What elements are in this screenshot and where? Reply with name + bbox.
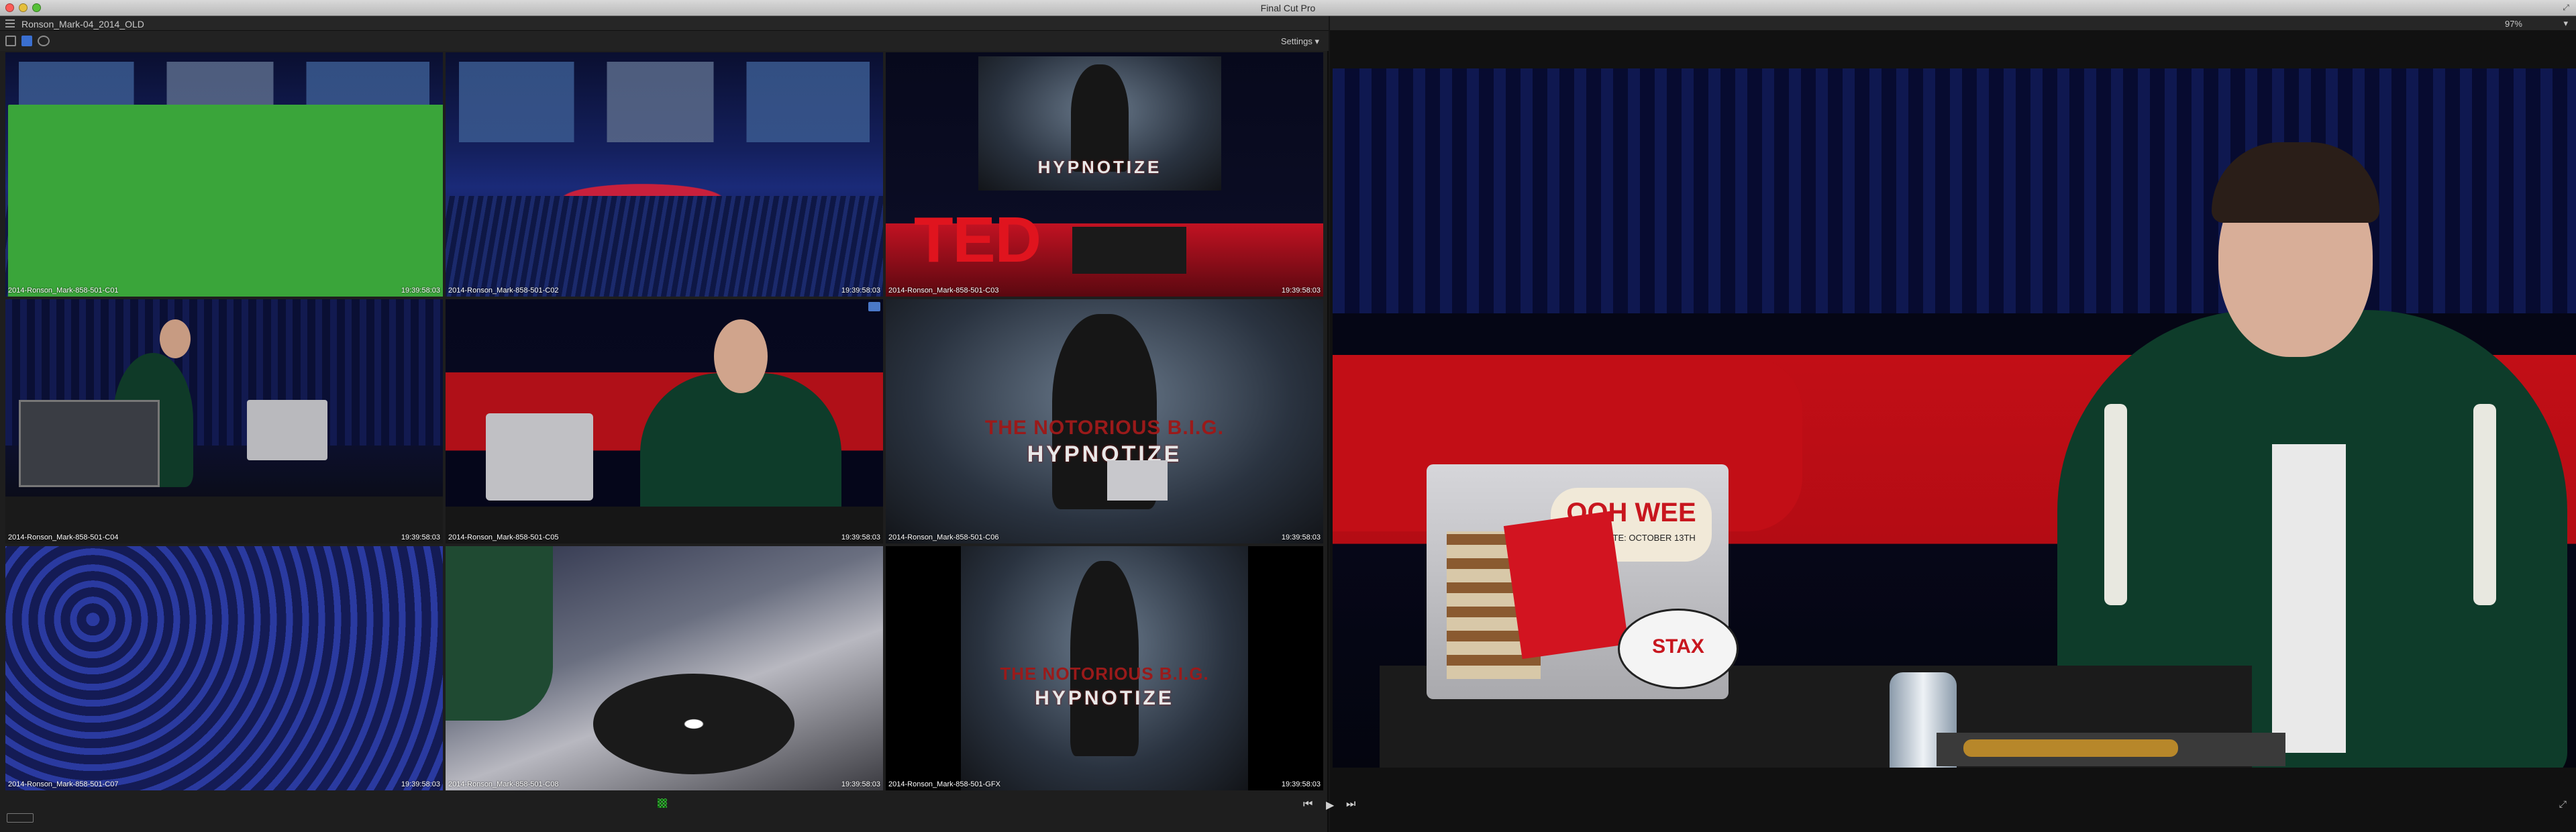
- angle-label: 2014-Ronson_Mark-858-501-C06: [888, 533, 999, 541]
- active-audio-badge-icon: [868, 302, 880, 311]
- angle-frame: [5, 299, 443, 543]
- active-video-badge-icon: [8, 105, 443, 297]
- previous-edit-icon[interactable]: ⏮: [1303, 798, 1312, 811]
- album-title: HYPNOTIZE: [1035, 687, 1174, 709]
- zoom-level[interactable]: 97%: [2505, 19, 2522, 29]
- angle-cell-c01[interactable]: TED 2014-Ronson_Mark-858-501-C01 19:39:5…: [5, 52, 443, 297]
- angle-frame: [446, 546, 883, 790]
- angle-frame: THE NOTORIOUS B.I.G. HYPNOTIZE: [886, 299, 1323, 543]
- angle-label: 2014-Ronson_Mark-858-501-C04: [8, 533, 119, 541]
- angle-label: 2014-Ronson_Mark-858-501-GFX: [888, 780, 1000, 788]
- angle-cell-c03[interactable]: HYPNOTIZE TED 2014-Ronson_Mark-858-501-C…: [886, 52, 1323, 297]
- album-artist: THE NOTORIOUS B.I.G.: [984, 417, 1225, 439]
- angle-label: 2014-Ronson_Mark-858-501-C03: [888, 287, 999, 295]
- angle-frame: THE NOTORIOUS B.I.G. HYPNOTIZE: [886, 546, 1323, 790]
- jacket-stripe: [2104, 404, 2127, 605]
- album-figure: [1070, 560, 1139, 757]
- angle-frame: [446, 299, 883, 543]
- angle-viewer-toolbar: Settings ▾: [0, 31, 1329, 51]
- list-menu-icon[interactable]: [5, 19, 15, 28]
- video-audio-switch-icon[interactable]: [5, 36, 16, 46]
- monitor: [19, 400, 160, 487]
- poster: [1503, 511, 1629, 660]
- jacket-stripe: [2473, 404, 2496, 605]
- app-title: Final Cut Pro: [1260, 3, 1316, 13]
- transport-bar: [0, 792, 2576, 816]
- audio-only-switch-icon[interactable]: [38, 36, 50, 46]
- curtain: [1333, 68, 2576, 313]
- album-cover: THE NOTORIOUS B.I.G. HYPNOTIZE: [961, 546, 1248, 790]
- main-viewer: 97% ▾ OOH WEE STREETDATE: OCTOBER 13TH S…: [1330, 16, 2576, 832]
- performer-arm: [446, 546, 553, 721]
- turntable-record: [593, 674, 794, 774]
- expand-viewer-icon[interactable]: ⤢: [2559, 798, 2567, 810]
- angle-frame: [5, 546, 443, 790]
- angle-cell-gfx[interactable]: THE NOTORIOUS B.I.G. HYPNOTIZE 2014-Rons…: [886, 546, 1323, 790]
- angle-viewer: Ronson_Mark-04_2014_OLD Settings ▾ TED 2…: [0, 16, 1329, 832]
- performer-head: [160, 319, 191, 358]
- ted-logo: TED: [914, 204, 1041, 276]
- angle-frame: [446, 52, 883, 297]
- stax-sticker-text: STAX: [1652, 635, 1704, 658]
- album-title: HYPNOTIZE: [1037, 157, 1162, 177]
- laptop: [1107, 460, 1168, 501]
- angle-timecode: 19:39:58:03: [1281, 533, 1321, 541]
- album-title: HYPNOTIZE: [1027, 441, 1182, 467]
- stage-screens: [459, 62, 870, 142]
- settings-label: Settings: [1280, 36, 1312, 46]
- dj-table: [1072, 227, 1186, 274]
- viewer-header: 97% ▾: [1330, 16, 2576, 31]
- laptop: [247, 400, 327, 460]
- angle-timecode: 19:39:58:03: [1281, 780, 1321, 788]
- laptop: [486, 413, 593, 501]
- turntable-platter: [1963, 739, 2178, 757]
- performer-head: [714, 319, 768, 393]
- angle-label: 2014-Ronson_Mark-858-501-C08: [448, 780, 559, 788]
- fullscreen-icon[interactable]: ⤢: [2561, 3, 2571, 12]
- angle-label: 2014-Ronson_Mark-858-501-C05: [448, 533, 559, 541]
- angle-timecode: 19:39:58:03: [1281, 287, 1321, 295]
- next-edit-icon[interactable]: ⏭: [1346, 798, 1355, 811]
- video-only-switch-icon[interactable]: [21, 36, 32, 46]
- title-bar: Final Cut Pro ⤢: [0, 0, 2576, 16]
- chevron-down-icon: ▾: [1315, 36, 1319, 46]
- angle-cell-c05[interactable]: 2014-Ronson_Mark-858-501-C05 19:39:58:03: [446, 299, 883, 543]
- audience: [446, 196, 883, 297]
- angle-cell-c07[interactable]: 2014-Ronson_Mark-858-501-C07 19:39:58:03: [5, 546, 443, 790]
- angle-cell-c06[interactable]: THE NOTORIOUS B.I.G. HYPNOTIZE 2014-Rons…: [886, 299, 1323, 543]
- settings-menu[interactable]: Settings ▾: [1281, 36, 1319, 47]
- play-icon[interactable]: ▶: [1326, 798, 1334, 812]
- stage-screen-album: HYPNOTIZE: [978, 56, 1221, 191]
- angle-label: 2014-Ronson_Mark-858-501-C07: [8, 780, 119, 788]
- angle-cell-c04[interactable]: 2014-Ronson_Mark-858-501-C04 19:39:58:03: [5, 299, 443, 543]
- shirt: [2272, 444, 2346, 753]
- angle-frame: HYPNOTIZE TED: [886, 52, 1323, 297]
- viewer-video-frame: OOH WEE STREETDATE: OCTOBER 13TH STAX: [1333, 68, 2576, 768]
- multicam-clip-name: Ronson_Mark-04_2014_OLD: [21, 19, 144, 30]
- angle-cell-c08[interactable]: 2014-Ronson_Mark-858-501-C08 19:39:58:03: [446, 546, 883, 790]
- album-figure: [1070, 64, 1129, 172]
- angle-timecode: 19:39:58:03: [841, 533, 880, 541]
- angle-label: 2014-Ronson_Mark-858-501-C01: [8, 287, 119, 295]
- angle-timecode: 19:39:58:03: [401, 780, 440, 788]
- angle-grid: TED 2014-Ronson_Mark-858-501-C01 19:39:5…: [5, 52, 1323, 790]
- angle-timecode: 19:39:58:03: [841, 287, 880, 295]
- angle-timecode: 19:39:58:03: [401, 287, 440, 295]
- album-artist: THE NOTORIOUS B.I.G.: [1000, 664, 1209, 684]
- angle-label: 2014-Ronson_Mark-858-501-C02: [448, 287, 559, 295]
- angle-cell-c02[interactable]: 2014-Ronson_Mark-858-501-C02 19:39:58:03: [446, 52, 883, 297]
- angle-viewer-header: Ronson_Mark-04_2014_OLD: [0, 16, 1329, 31]
- angle-timecode: 19:39:58:03: [841, 780, 880, 788]
- view-menu-chevron-icon[interactable]: ▾: [2563, 18, 2568, 29]
- angle-timecode: 19:39:58:03: [401, 533, 440, 541]
